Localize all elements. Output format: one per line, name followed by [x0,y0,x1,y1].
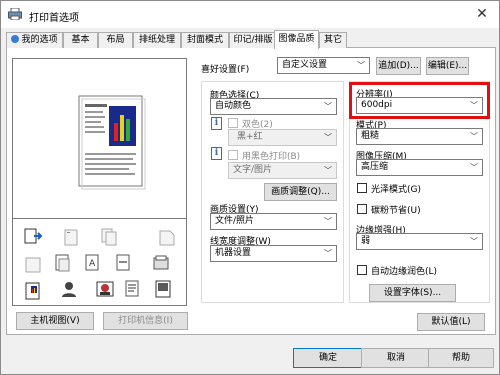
tab-stamp-layout[interactable]: 印记/排版 [229,32,277,48]
ok-button[interactable]: 确定 [293,348,363,368]
favorite-label: 喜好设置(F) [201,65,250,75]
pattern-dropdown[interactable]: 粗糙 ﹀ [356,128,483,145]
tab-cover-mode[interactable]: 封面模式 [181,32,229,48]
chevron-down-icon: ﹀ [324,249,332,258]
tab-my-options[interactable]: 我的选项 [6,32,63,48]
fold-icon [159,230,175,246]
tab-basic[interactable]: 基本 [63,32,98,48]
color-document-icon [25,282,40,300]
chevron-down-icon: ﹀ [324,133,332,142]
chevron-down-icon: ﹀ [470,163,478,172]
chevron-down-icon: ﹀ [324,166,332,175]
line-width-dropdown[interactable]: 机器设置 ﹀ [210,245,337,262]
info-icon: i [211,147,222,160]
title-bar: 打印首选项 ✕ [1,1,499,28]
watermark-icon [96,281,114,297]
edge-enhance-dropdown[interactable]: 弱 ﹀ [356,233,483,250]
edit-favorite-button[interactable]: 编辑(E)... [426,57,469,75]
chevron-down-icon: ﹀ [357,61,365,70]
overlay-icon [125,280,139,297]
default-button[interactable]: 默认值(L) [417,313,485,331]
glossy-checkbox[interactable] [357,183,367,193]
toner-save-label: 碳粉节省(U) [371,206,421,216]
svg-text:A: A [89,259,96,269]
chevron-down-icon: ﹀ [324,102,332,111]
quality-setting-dropdown[interactable]: 文件/照片 ﹀ [210,213,337,230]
black-print-label: 用黑色打印(B) [242,152,301,162]
toner-save-checkbox[interactable] [357,204,367,214]
copies-icon [101,228,117,246]
black-print-checkbox[interactable] [228,150,238,160]
staple-icon [64,229,78,246]
tab-finishing[interactable]: 排纸处理 [133,32,181,48]
help-button[interactable]: 帮助 [428,348,494,368]
dual-color-dropdown[interactable]: 黑+红 ﹀ [228,129,337,146]
info-icon: i [211,117,222,130]
add-favorite-button[interactable]: 追加(D)... [376,57,421,75]
print-preferences-window: 打印首选项 ✕ 我的选项 基本 布局 排纸处理 封面模式 印记/排版 图像品质 … [0,0,500,375]
page-number-icon: A [85,254,99,271]
auto-trap-label: 自动边缘润色(L) [371,267,438,277]
main-view-button[interactable]: 主机视图(V) [16,312,94,330]
close-icon[interactable]: ✕ [471,5,493,23]
cover-icon [55,254,70,272]
resolution-highlight-box [349,82,490,119]
output-icon [24,228,43,244]
printer-info-button[interactable]: 打印机信息(I) [103,312,188,330]
tray-icon [153,255,169,270]
favorite-select[interactable]: 自定义设置 ﹀ [277,57,370,74]
booklet-icon [25,257,41,273]
chevron-down-icon: ﹀ [470,237,478,246]
font-settings-button[interactable]: 设置字体(S)... [369,284,456,302]
cancel-button[interactable]: 取消 [361,348,431,368]
auto-trap-checkbox[interactable] [357,265,367,275]
tab-layout[interactable]: 布局 [98,32,133,48]
printer-icon [8,8,22,20]
color-select-dropdown[interactable]: 自动颜色 ﹀ [210,98,337,115]
chevron-down-icon: ﹀ [470,132,478,141]
person-icon [62,282,76,297]
quality-adjust-button[interactable]: 画质调整(Q)... [264,183,337,201]
glossy-label: 光泽模式(G) [371,185,421,195]
compression-dropdown[interactable]: 高压缩 ﹀ [356,159,483,176]
document-preview-image [78,95,146,190]
window-title: 打印首选项 [29,13,79,24]
page-preview [12,58,187,219]
image-document-icon [155,280,171,298]
tab-image-quality[interactable]: 图像品质 [274,30,319,49]
chevron-down-icon: ﹀ [324,217,332,226]
tab-my-options-icon [11,35,20,43]
dual-color-checkbox[interactable] [228,118,238,128]
tab-other[interactable]: 其它 [319,32,347,48]
black-print-dropdown[interactable]: 文字/图片 ﹀ [228,162,337,179]
feature-icon-grid: A [12,218,187,306]
tab-strip: 我的选项 基本 布局 排纸处理 封面模式 印记/排版 图像品质 其它 [6,30,496,49]
insert-icon [116,254,130,271]
